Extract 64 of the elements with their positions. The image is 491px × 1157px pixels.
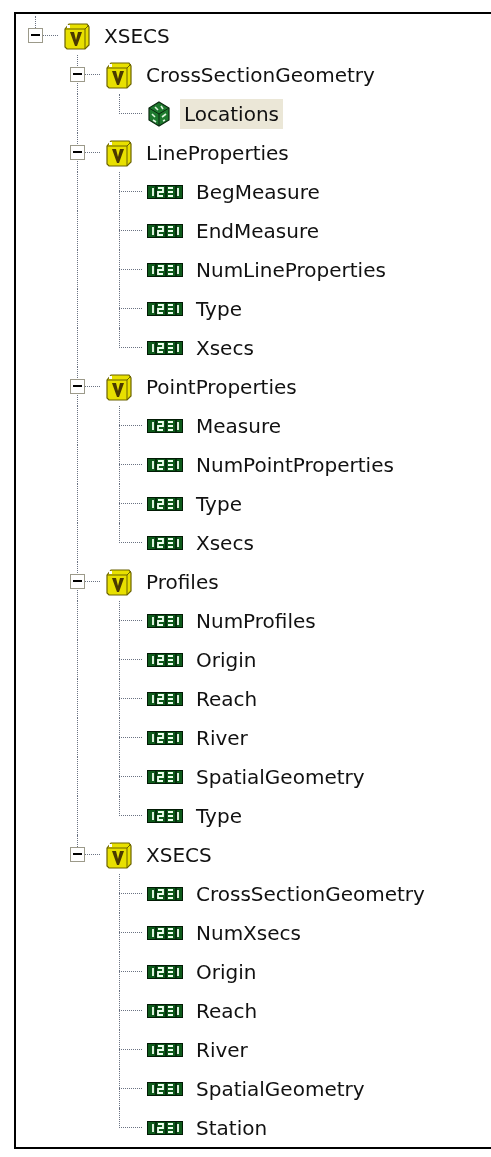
digits-icon xyxy=(147,808,183,823)
tree-item[interactable]: CrossSectionGeometry xyxy=(142,59,379,90)
digits-icon xyxy=(147,886,183,901)
tree-item[interactable]: EndMeasure xyxy=(192,215,323,246)
digits-icon xyxy=(147,730,183,745)
tree-item[interactable]: PointProperties xyxy=(142,371,301,402)
tree-item[interactable]: River xyxy=(192,1034,252,1065)
digits-icon xyxy=(147,535,183,550)
package-icon xyxy=(63,20,91,51)
tree-item[interactable]: BegMeasure xyxy=(192,176,324,207)
collapse-toggle[interactable] xyxy=(70,574,85,589)
digits-icon xyxy=(147,769,183,784)
tree-item[interactable]: NumXsecs xyxy=(192,917,305,948)
tree-item[interactable]: LineProperties xyxy=(142,137,293,168)
collapse-toggle[interactable] xyxy=(70,67,85,82)
package-icon xyxy=(105,839,133,870)
package-icon xyxy=(105,566,133,597)
collapse-toggle[interactable] xyxy=(70,145,85,160)
cube-icon xyxy=(147,100,171,127)
digits-icon xyxy=(147,262,183,277)
digits-icon xyxy=(147,1042,183,1057)
digits-icon xyxy=(147,613,183,628)
tree-item[interactable]: Type xyxy=(192,488,246,519)
tree-item[interactable]: Station xyxy=(192,1112,272,1143)
digits-icon xyxy=(147,1081,183,1096)
digits-icon xyxy=(147,925,183,940)
tree-item[interactable]: Type xyxy=(192,800,246,831)
digits-icon xyxy=(147,496,183,511)
tree-item[interactable]: XSECS xyxy=(142,839,216,870)
digits-icon xyxy=(147,223,183,238)
collapse-toggle[interactable] xyxy=(70,379,85,394)
tree-item[interactable]: Reach xyxy=(192,683,262,714)
tree-item[interactable]: Type xyxy=(192,293,246,324)
package-icon xyxy=(105,371,133,402)
tree-item[interactable]: Measure xyxy=(192,410,285,441)
tree-item[interactable]: SpatialGeometry xyxy=(192,761,369,792)
tree-item[interactable]: SpatialGeometry xyxy=(192,1073,369,1104)
tree-item[interactable]: NumPointProperties xyxy=(192,449,398,480)
tree-item[interactable]: CrossSectionGeometry xyxy=(192,878,429,909)
digits-icon xyxy=(147,1120,183,1135)
collapse-toggle[interactable] xyxy=(28,28,43,43)
tree-item[interactable]: Profiles xyxy=(142,566,223,597)
digits-icon xyxy=(147,457,183,472)
package-icon xyxy=(105,59,133,90)
digits-icon xyxy=(147,184,183,199)
tree-item[interactable]: Xsecs xyxy=(192,527,258,558)
tree-item[interactable]: Origin xyxy=(192,956,261,987)
tree-item[interactable]: River xyxy=(192,722,252,753)
digits-icon xyxy=(147,964,183,979)
tree-item[interactable]: Xsecs xyxy=(192,332,258,363)
tree-item[interactable]: Locations xyxy=(180,98,283,129)
tree-item[interactable]: Reach xyxy=(192,995,262,1026)
digits-icon xyxy=(147,418,183,433)
digits-icon xyxy=(147,652,183,667)
digits-icon xyxy=(147,1003,183,1018)
collapse-toggle[interactable] xyxy=(70,847,85,862)
tree-item[interactable]: Origin xyxy=(192,644,261,675)
tree-item[interactable]: XSECS xyxy=(100,20,174,51)
tree-item[interactable]: NumLineProperties xyxy=(192,254,390,285)
digits-icon xyxy=(147,340,183,355)
package-icon xyxy=(105,137,133,168)
digits-icon xyxy=(147,301,183,316)
tree-item[interactable]: NumProfiles xyxy=(192,605,320,636)
digits-icon xyxy=(147,691,183,706)
